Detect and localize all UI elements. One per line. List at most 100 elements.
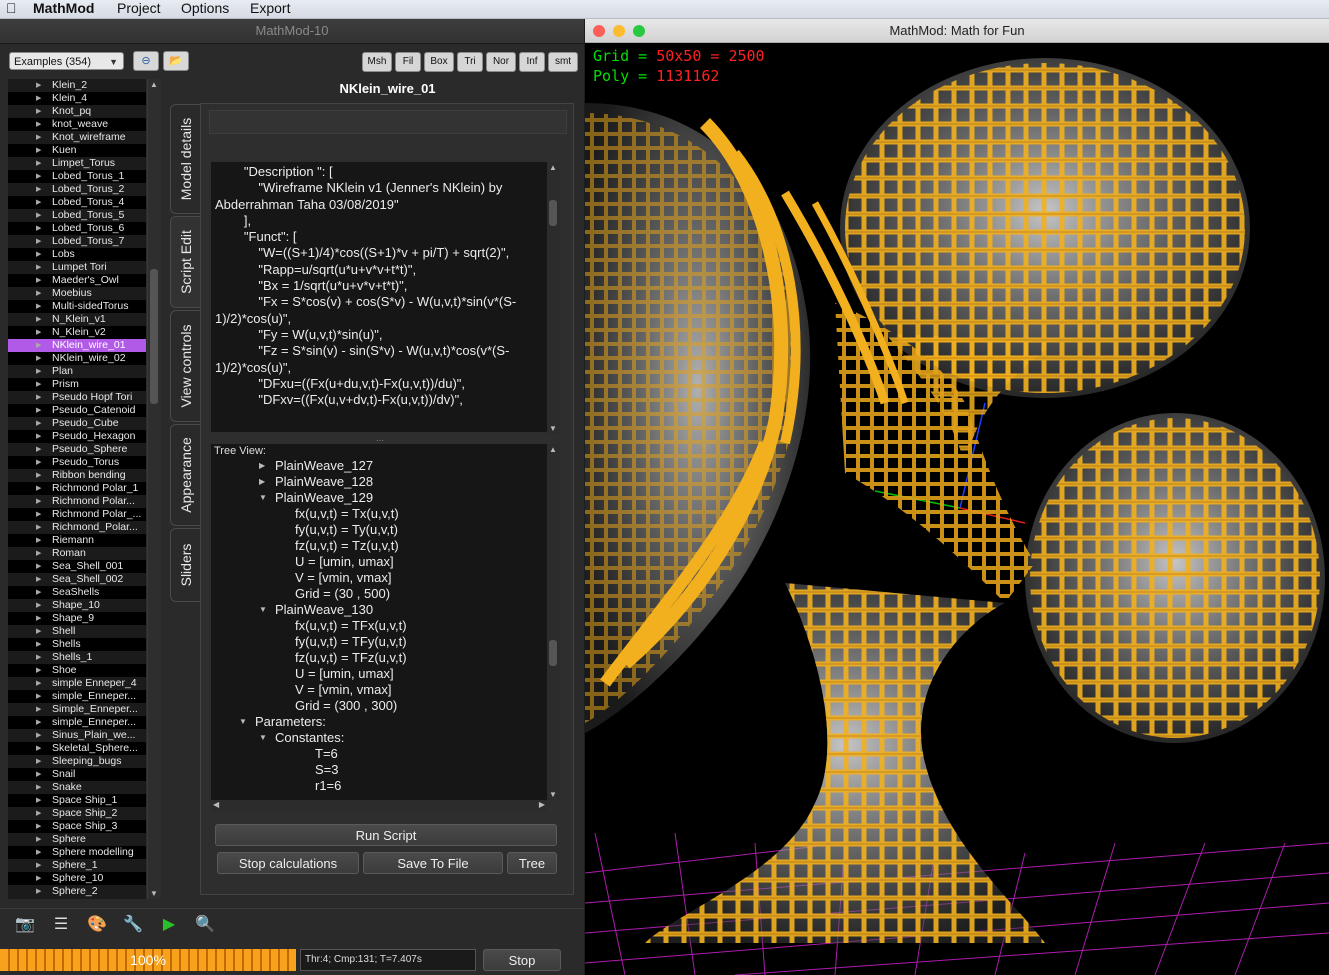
collapse-arrow-icon[interactable]: ▼ <box>239 714 247 730</box>
stop-button[interactable]: Stop <box>483 949 561 971</box>
list-item[interactable]: ▶ Kuen <box>8 144 146 157</box>
expand-arrow-icon[interactable]: ▶ <box>36 222 41 235</box>
expand-arrow-icon[interactable]: ▶ <box>36 534 41 547</box>
expand-arrow-icon[interactable]: ▶ <box>36 547 41 560</box>
apple-icon[interactable]:  <box>6 0 17 16</box>
list-item[interactable]: ▶ Ribbon bending <box>8 469 146 482</box>
tab-script-edit[interactable]: Script Edit <box>170 216 201 308</box>
list-item[interactable]: ▶ Shells_1 <box>8 651 146 664</box>
tab-appearance[interactable]: Appearance <box>170 424 201 526</box>
tree-node[interactable]: V = [vmin, vmax] <box>211 570 547 586</box>
list-item[interactable]: ▶ Pseudo_Hexagon <box>8 430 146 443</box>
scroll-up-icon[interactable]: ▲ <box>549 445 557 454</box>
expand-arrow-icon[interactable]: ▶ <box>36 352 41 365</box>
list-item[interactable]: ▶ Lobed_Torus_4 <box>8 196 146 209</box>
expand-arrow-icon[interactable]: ▶ <box>36 79 41 92</box>
expand-arrow-icon[interactable]: ▶ <box>36 651 41 664</box>
expand-arrow-icon[interactable]: ▶ <box>36 794 41 807</box>
list-item[interactable]: ▶ Space Ship_1 <box>8 794 146 807</box>
tree-node[interactable]: fz(u,v,t) = Tz(u,v,t) <box>211 538 547 554</box>
3d-viewport[interactable]: Grid = 50x50 = 2500 Poly = 1131162 <box>585 43 1329 975</box>
examples-list[interactable]: ▶ Klein_2 ▶ Klein_4 ▶ Knot_pq ▶ knot_weave ▶ Knot… <box>8 79 146 899</box>
tree-node[interactable]: ▶ PlainWeave_128 <box>211 474 547 490</box>
msh-button[interactable]: Msh <box>362 52 392 72</box>
list-item[interactable]: ▶ Maeder's_Owl <box>8 274 146 287</box>
tree-scrollbar[interactable]: ▲ ▼ <box>547 444 560 800</box>
scroll-down-icon[interactable]: ▼ <box>549 424 557 433</box>
expand-arrow-icon[interactable]: ▶ <box>36 183 41 196</box>
expand-arrow-icon[interactable]: ▶ <box>36 612 41 625</box>
examples-select[interactable]: Examples (354) ▼ <box>9 52 124 70</box>
scrollbar-thumb[interactable] <box>549 640 557 666</box>
list-item[interactable]: ▶ Sea_Shell_001 <box>8 560 146 573</box>
list-item[interactable]: ▶ Klein_2 <box>8 79 146 92</box>
list-item[interactable]: ▶ Pseudo_Torus <box>8 456 146 469</box>
list-item[interactable]: ▶ Shape_9 <box>8 612 146 625</box>
list-item[interactable]: ▶ Pseudo_Sphere <box>8 443 146 456</box>
nor-button[interactable]: Nor <box>486 52 516 72</box>
expand-arrow-icon[interactable]: ▶ <box>36 235 41 248</box>
expand-arrow-icon[interactable]: ▶ <box>36 105 41 118</box>
stop-calculations-button[interactable]: Stop calculations <box>217 852 359 874</box>
list-item[interactable]: ▶ Lobed_Torus_6 <box>8 222 146 235</box>
tree-node[interactable]: ▼ Parameters: <box>211 714 547 730</box>
scroll-up-icon[interactable]: ▲ <box>150 80 158 89</box>
inf-button[interactable]: Inf <box>519 52 545 72</box>
expand-arrow-icon[interactable]: ▶ <box>36 274 41 287</box>
palette-icon[interactable]: 🎨 <box>86 915 108 935</box>
script-editor[interactable]: "Description ": [ "Wireframe NKlein v1 (… <box>211 162 547 432</box>
expand-arrow-icon[interactable]: ▶ <box>36 885 41 898</box>
expand-arrow-icon[interactable]: ▶ <box>36 365 41 378</box>
list-item[interactable]: ▶ Shell <box>8 625 146 638</box>
scroll-right-icon[interactable]: ▶ <box>539 800 545 809</box>
expand-arrow-icon[interactable]: ▶ <box>36 781 41 794</box>
scroll-left-icon[interactable]: ◀ <box>213 800 219 809</box>
tree-view[interactable]: ▶ PlainWeave_127 ▶ PlainWeave_128 ▼ PlainWeav… <box>211 458 547 800</box>
expand-arrow-icon[interactable]: ▶ <box>36 391 41 404</box>
tree-node[interactable]: ▼ PlainWeave_130 <box>211 602 547 618</box>
scrollbar-thumb[interactable] <box>150 269 158 404</box>
menu-export[interactable]: Export <box>250 0 290 17</box>
layers-icon[interactable]: ☰ <box>50 915 72 935</box>
expand-arrow-icon[interactable]: ▶ <box>36 625 41 638</box>
list-item[interactable]: ▶ Snail <box>8 768 146 781</box>
list-item[interactable]: ▶ Lobed_Torus_2 <box>8 183 146 196</box>
tab-model-details[interactable]: Model details <box>170 104 201 214</box>
list-item[interactable]: ▶ Sea_Shell_002 <box>8 573 146 586</box>
expand-arrow-icon[interactable]: ▶ <box>36 599 41 612</box>
tree-node[interactable]: Grid = (300 , 300) <box>211 698 547 714</box>
zoom-icon[interactable]: 🔍 <box>194 915 216 935</box>
list-item[interactable]: ▶ Sleeping_bugs <box>8 755 146 768</box>
list-item[interactable]: ▶ N_Klein_v1 <box>8 313 146 326</box>
expand-arrow-icon[interactable]: ▶ <box>36 248 41 261</box>
expand-arrow-icon[interactable]: ▶ <box>36 313 41 326</box>
tree-node[interactable]: fz(u,v,t) = TFz(u,v,t) <box>211 650 547 666</box>
expand-arrow-icon[interactable]: ▶ <box>36 404 41 417</box>
tree-node[interactable]: ▶ PlainWeave_127 <box>211 458 547 474</box>
list-item[interactable]: ▶ Richmond Polar_1 <box>8 482 146 495</box>
list-item[interactable]: ▶ Lobed_Torus_1 <box>8 170 146 183</box>
list-item[interactable]: ▶ NKlein_wire_01 <box>8 339 146 352</box>
expand-arrow-icon[interactable]: ▶ <box>36 144 41 157</box>
expand-arrow-icon[interactable]: ▶ <box>36 287 41 300</box>
list-item[interactable]: ▶ Roman <box>8 547 146 560</box>
box-button[interactable]: Box <box>424 52 454 72</box>
expand-arrow-icon[interactable]: ▶ <box>36 560 41 573</box>
list-item[interactable]: ▶ Lobed_Torus_5 <box>8 209 146 222</box>
list-item[interactable]: ▶ simple_Enneper... <box>8 690 146 703</box>
tree-node[interactable]: ▼ Constantes: <box>211 730 547 746</box>
expand-arrow-icon[interactable]: ▶ <box>36 170 41 183</box>
tri-button[interactable]: Tri <box>457 52 483 72</box>
expand-arrow-icon[interactable]: ▶ <box>36 196 41 209</box>
expand-arrow-icon[interactable]: ▶ <box>36 92 41 105</box>
expand-arrow-icon[interactable]: ▶ <box>36 209 41 222</box>
expand-arrow-icon[interactable]: ▶ <box>36 521 41 534</box>
expand-arrow-icon[interactable]: ▶ <box>36 872 41 885</box>
list-item[interactable]: ▶ Multi-sidedTorus <box>8 300 146 313</box>
search-icon[interactable]: ⊖ <box>133 51 159 71</box>
expand-arrow-icon[interactable]: ▶ <box>36 742 41 755</box>
expand-arrow-icon[interactable]: ▶ <box>36 482 41 495</box>
expand-arrow-icon[interactable]: ▶ <box>36 833 41 846</box>
list-item[interactable]: ▶ Knot_wireframe <box>8 131 146 144</box>
menu-project[interactable]: Project <box>117 0 161 17</box>
